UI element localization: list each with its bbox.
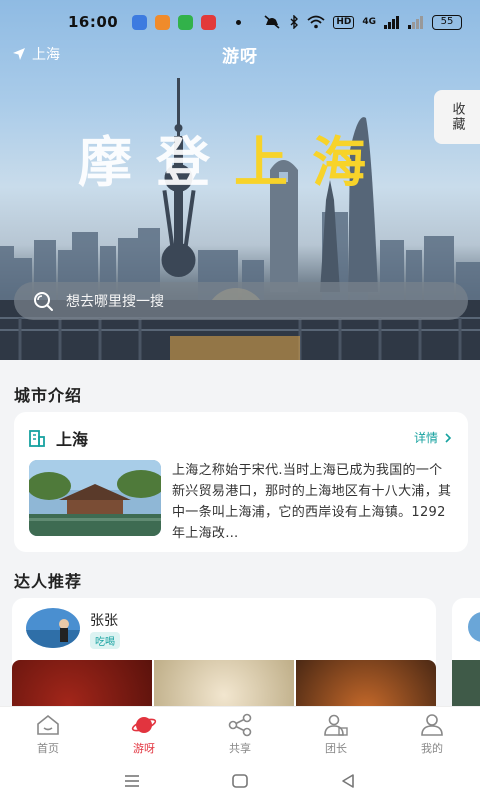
home-icon (37, 714, 59, 735)
city-card-header: 上海 (28, 426, 88, 450)
building-icon (29, 430, 45, 447)
menu-icon[interactable] (123, 772, 141, 790)
status-indicators: HD 4G 55 (263, 14, 462, 30)
chevron-right-icon (445, 432, 452, 443)
mail-notification-icon (155, 14, 171, 30)
avatar (26, 608, 80, 648)
tab-leader[interactable]: 团长 (288, 707, 384, 762)
slogan-yellow-text: 上海 (234, 130, 390, 194)
signal-2-icon (408, 15, 423, 29)
home-square-icon[interactable] (231, 772, 249, 790)
tab-label: 团长 (325, 742, 347, 755)
network-label: 4G (362, 17, 376, 27)
back-triangle-icon[interactable] (339, 772, 357, 790)
tab-label: 游呀 (133, 742, 155, 755)
status-time: 16:00 (68, 13, 119, 31)
city-photo (29, 460, 161, 536)
battery-indicator: 55 (432, 14, 462, 30)
tab-share[interactable]: 共享 (192, 707, 288, 762)
hero-slogan: 摩登上海 (78, 118, 390, 197)
search-icon (34, 292, 53, 311)
app-notification-icon (132, 14, 148, 30)
app-screen: 16:00 HD 4G 55 上海 游呀 收藏 摩登上海 想去哪里搜一搜 城市介… (0, 0, 480, 800)
search-placeholder: 想去哪里搜一搜 (66, 294, 164, 310)
tab-youya[interactable]: 游呀 (96, 707, 192, 762)
avatar (468, 612, 480, 642)
share-icon (228, 713, 252, 737)
city-description: 上海之称始于宋代.当时上海已成为我国的一个新兴贸易港口，那时的上海地区有十八大浦… (172, 463, 452, 541)
message-notification-icon (178, 14, 194, 30)
search-bar[interactable]: 想去哪里搜一搜 (14, 282, 468, 320)
music-notification-icon (201, 14, 217, 30)
status-bar: 16:00 HD 4G 55 (0, 0, 480, 44)
expert-tag: 吃喝 (90, 632, 120, 649)
expert-name: 张张 (90, 613, 118, 629)
signal-icon (384, 15, 399, 29)
mute-icon (264, 15, 280, 29)
wifi-icon (307, 15, 325, 29)
profile-icon (421, 714, 443, 736)
hero-banner: 16:00 HD 4G 55 上海 游呀 收藏 摩登上海 想去哪里搜一搜 (0, 0, 480, 360)
tab-label: 我的 (421, 742, 443, 755)
more-notifications-dot-icon (236, 19, 242, 25)
tab-label: 首页 (37, 742, 59, 755)
collect-button[interactable]: 收藏 (434, 90, 480, 144)
city-name: 上海 (56, 430, 89, 449)
planet-icon (131, 717, 157, 733)
tab-home[interactable]: 首页 (0, 707, 96, 762)
notification-icons (132, 14, 242, 30)
leader-icon (324, 714, 348, 736)
city-intro-title: 城市介绍 (14, 386, 83, 405)
city-details-link[interactable]: 详情 (414, 429, 452, 446)
tab-mine[interactable]: 我的 (384, 707, 480, 762)
bottom-tab-bar: 首页 游呀 共享 团长 我的 (0, 706, 480, 762)
city-intro-card[interactable]: 上海 详情 上海之称始于宋代.当时上海已成为我国的一个新兴贸易港口，那时的上海地… (14, 412, 468, 552)
app-title: 游呀 (222, 47, 258, 67)
top-bar: 上海 游呀 (0, 40, 480, 68)
tab-label: 共享 (229, 742, 251, 755)
slogan-white-text: 摩登 (78, 130, 234, 194)
details-label: 详情 (413, 431, 438, 445)
experts-title: 达人推荐 (14, 572, 83, 591)
hd-badge: HD (333, 15, 355, 29)
system-nav-bar (0, 762, 480, 800)
bluetooth-icon (290, 15, 299, 29)
